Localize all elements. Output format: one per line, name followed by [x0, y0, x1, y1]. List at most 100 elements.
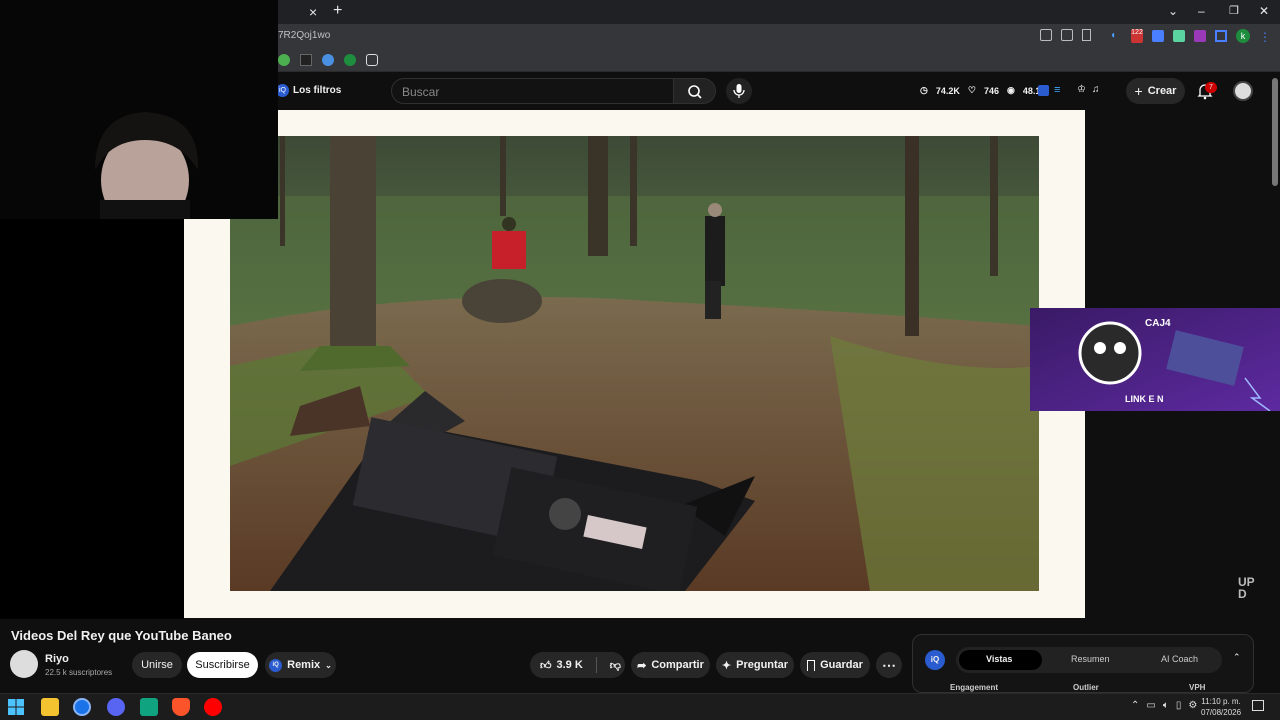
bookmark-list	[278, 54, 378, 66]
chrome-icon[interactable]	[73, 698, 91, 716]
battery-icon[interactable]: ▯	[1176, 700, 1182, 711]
share-button[interactable]: ➦ Compartir	[631, 652, 710, 678]
start-button[interactable]	[7, 698, 25, 716]
tab-vistas[interactable]: Vistas	[986, 654, 1012, 664]
tab-ai-coach[interactable]: AI Coach	[1161, 654, 1198, 664]
chevron-down-icon: ⌄	[325, 660, 332, 670]
more-actions-button[interactable]: ⋯	[876, 652, 902, 678]
bookmark-icon[interactable]	[1082, 29, 1091, 41]
account-avatar[interactable]	[1233, 81, 1253, 101]
filters-label: Los filtros	[293, 85, 342, 96]
bookmark-icon[interactable]	[300, 54, 312, 66]
thumbs-down-icon[interactable]: 👎︎	[610, 659, 621, 672]
video-title: Videos Del Rey que YouTube Baneo	[11, 628, 232, 643]
windows-logo-icon	[8, 699, 24, 715]
share-label: Compartir	[651, 659, 704, 671]
forest-scene-image	[230, 136, 1039, 591]
voice-search-button[interactable]	[726, 78, 752, 104]
tab-search-button[interactable]: ⌄	[1168, 4, 1178, 18]
analytics-panel: iQ Vistas Resumen AI Coach ⌃ Engagement …	[912, 634, 1254, 693]
ask-button[interactable]: ✦ Preguntar	[716, 652, 794, 678]
list-icon[interactable]: ≡	[1054, 84, 1060, 96]
file-explorer-icon[interactable]	[41, 698, 59, 716]
iq-icon: iQ	[269, 658, 283, 672]
notification-center-icon[interactable]	[1252, 700, 1264, 711]
bookmark-icon[interactable]	[278, 54, 290, 66]
bookmark-icon[interactable]	[344, 54, 356, 66]
clock-time: 11:10 p. m.	[1201, 697, 1241, 706]
tab-resumen[interactable]: Resumen	[1071, 654, 1110, 664]
promo-subtitle: LINK E N	[1125, 394, 1164, 404]
webcam-shadow	[0, 219, 184, 619]
sidepanel-icon[interactable]	[1215, 30, 1227, 42]
webcam-overlay	[0, 0, 278, 219]
channel-name[interactable]: Riyo	[45, 653, 69, 665]
create-label: Crear	[1147, 85, 1177, 97]
windows-taskbar	[0, 693, 1280, 720]
col-outlier: Outlier	[1073, 683, 1099, 692]
tab-close-button[interactable]: ×	[309, 4, 317, 20]
subscribe-button[interactable]: Suscribirse	[187, 652, 258, 678]
settings-icon[interactable]: ⚙	[1188, 700, 1197, 711]
streamer-webcam-image	[0, 0, 278, 219]
bell-small-icon[interactable]: ♫	[1092, 84, 1100, 95]
notification-badge: 7	[1205, 82, 1217, 93]
youtube-app-icon[interactable]	[204, 698, 222, 716]
url-text[interactable]: 7R2Qoj1wo	[278, 30, 330, 41]
panel-tabs: Vistas Resumen AI Coach	[956, 647, 1222, 673]
video-content[interactable]	[230, 136, 1039, 591]
search-input[interactable]: Buscar	[391, 78, 674, 104]
search-button[interactable]	[674, 78, 716, 104]
minimize-button[interactable]: –	[1198, 4, 1205, 18]
network-icon[interactable]: ▭	[1146, 700, 1155, 711]
subscriber-count: 22.5 k suscriptores	[45, 668, 113, 677]
extension-icon[interactable]: ◖	[1110, 30, 1122, 42]
collapse-chevron-icon[interactable]: ⌃	[1233, 652, 1241, 663]
subscribe-label: Suscribirse	[195, 659, 250, 671]
maximize-button[interactable]: ❐	[1229, 4, 1239, 17]
watermark-logo: UP D	[1238, 575, 1255, 601]
microphone-icon	[733, 84, 745, 98]
tray-chevron-icon[interactable]: ⌃	[1131, 700, 1139, 711]
trophy-icon[interactable]: ♔	[1077, 84, 1086, 95]
flask-icon[interactable]	[1173, 30, 1185, 42]
close-window-button[interactable]: ✕	[1259, 4, 1269, 18]
join-label: Unirse	[141, 659, 173, 671]
page-scrollbar[interactable]	[1272, 78, 1278, 186]
new-tab-button[interactable]: +	[333, 2, 342, 20]
remix-button[interactable]: iQ Remix ⌄	[265, 652, 336, 678]
brave-icon[interactable]	[172, 698, 190, 716]
bookmark-icon	[807, 659, 816, 671]
bookmark-icon[interactable]	[366, 54, 378, 66]
install-icon[interactable]	[1040, 29, 1052, 41]
divider	[595, 657, 597, 673]
iq-icon: iQ	[925, 650, 945, 670]
extension-icon[interactable]	[1194, 30, 1206, 42]
col-engagement: Engagement	[950, 683, 999, 692]
create-button[interactable]: + Crear	[1126, 78, 1185, 104]
address-actions	[1040, 29, 1091, 41]
bookmark-icon[interactable]	[322, 54, 334, 66]
clock-date: 07/08/2026	[1201, 708, 1242, 717]
clock[interactable]: 11:10 p. m. 07/08/2026	[1201, 696, 1241, 718]
plus-icon: +	[1134, 83, 1143, 99]
extension-badge-icon[interactable]: 122	[1131, 29, 1143, 43]
channel-stats: ◷ 74.2K ♡ 746 ◉ 48.1K	[920, 85, 1047, 96]
iq-icon[interactable]	[1038, 85, 1049, 96]
save-button[interactable]: Guardar	[800, 652, 870, 678]
profile-avatar[interactable]: k	[1236, 29, 1250, 43]
discord-icon[interactable]	[107, 698, 125, 716]
channel-avatar[interactable]	[10, 650, 38, 678]
extension-icons: ◖ 122 k ⋮	[1110, 29, 1271, 44]
eye-icon: ◉	[1007, 85, 1015, 95]
volume-icon[interactable]: 🔈︎	[1163, 700, 1169, 711]
sparkle-icon: ✦	[721, 659, 732, 672]
chatgpt-icon[interactable]	[140, 698, 158, 716]
heart-icon: ♡	[967, 85, 976, 95]
join-button[interactable]: Unirse	[132, 652, 182, 678]
puzzle-icon[interactable]	[1152, 30, 1164, 42]
filters-button[interactable]: iQ Los filtros	[276, 84, 341, 97]
share-icon[interactable]	[1061, 29, 1073, 41]
menu-icon[interactable]: ⋮	[1259, 30, 1271, 44]
like-button[interactable]: 👍︎ 3.9 K	[540, 659, 583, 672]
